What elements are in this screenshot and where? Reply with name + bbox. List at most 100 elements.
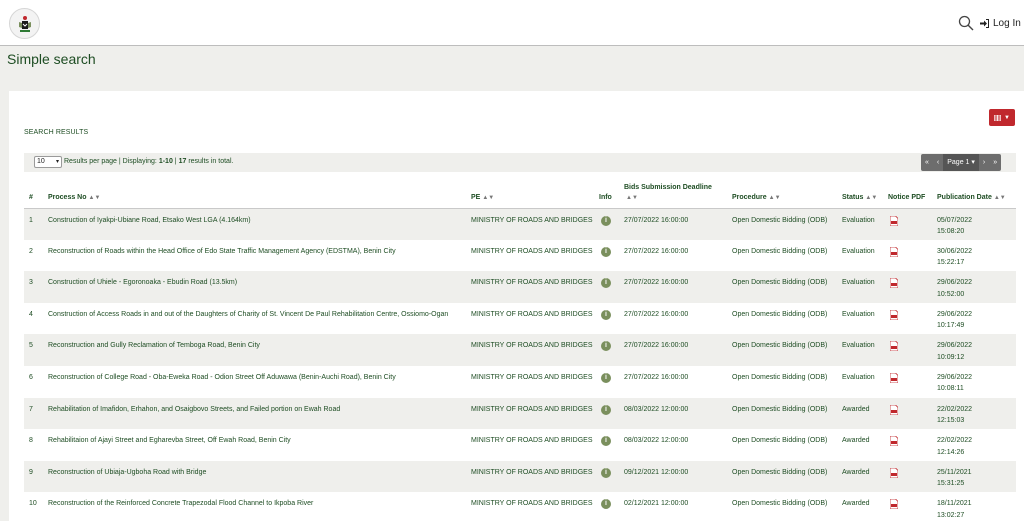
process-no-cell[interactable]: Construction of Iyakpi-Ubiane Road, Etsa… bbox=[45, 208, 468, 240]
next-page-button[interactable]: › bbox=[979, 154, 989, 171]
pub-time: 15:08:20 bbox=[937, 228, 965, 235]
col-header-pe[interactable]: PE ▲▼ bbox=[468, 178, 596, 209]
info-icon[interactable]: i bbox=[601, 278, 611, 289]
process-no-cell[interactable]: Reconstruction of the Reinforced Concret… bbox=[45, 492, 468, 521]
table-row[interactable]: 7 Rehabilitation of Imafidon, Erhahon, an… bbox=[24, 397, 1016, 430]
pub-date: 30/06/2022 bbox=[937, 247, 973, 255]
view-toggle-button[interactable]: ▼ bbox=[989, 109, 1015, 126]
table-row[interactable]: 4 Construction of Access Roads in and out… bbox=[24, 302, 1016, 335]
table-row[interactable]: 6 Reconstruction of College Road - Oba-Ew… bbox=[24, 365, 1016, 398]
info-cell: i bbox=[596, 461, 621, 493]
first-page-button[interactable]: « bbox=[921, 154, 933, 171]
search-icon[interactable] bbox=[958, 15, 974, 31]
notice-pdf-cell bbox=[885, 303, 934, 335]
pdf-icon[interactable] bbox=[889, 498, 899, 510]
info-icon[interactable]: i bbox=[601, 341, 611, 352]
publication-date-cell: 25/11/2021 15:31:25 bbox=[934, 461, 1016, 493]
coat-of-arms-icon bbox=[19, 16, 31, 32]
pe-cell: MINISTRY OF ROADS AND BRIDGES bbox=[471, 342, 593, 350]
coat-of-arms-logo[interactable] bbox=[9, 8, 40, 39]
table-row[interactable]: 5 Reconstruction and Gully Reclamation of… bbox=[24, 334, 1016, 366]
pdf-icon[interactable] bbox=[889, 277, 899, 289]
pdf-icon[interactable] bbox=[889, 372, 899, 384]
pub-date: 29/06/2022 bbox=[937, 279, 973, 287]
procedure-cell: Open Domestic Bidding (ODB) bbox=[732, 405, 828, 413]
pdf-icon[interactable] bbox=[889, 435, 899, 447]
procedure-cell: Open Domestic Bidding (ODB) bbox=[732, 468, 828, 476]
results-per-page-select[interactable]: 10 ▾ bbox=[34, 156, 62, 168]
pdf-icon[interactable] bbox=[889, 404, 899, 415]
col-header-procedure[interactable]: Procedure ▲▼ bbox=[729, 178, 839, 209]
info-icon[interactable]: i bbox=[601, 404, 611, 415]
login-button[interactable]: Log In bbox=[980, 14, 1021, 32]
row-number: 6 bbox=[29, 373, 33, 381]
table-row[interactable]: 1 Construction of Iyakpi-Ubiane Road, Ets… bbox=[24, 208, 1016, 240]
process-no-cell[interactable]: Reconstruction and Gully Reclamation of … bbox=[45, 334, 468, 366]
pub-time: 15:22:17 bbox=[937, 259, 965, 267]
row-number: 9 bbox=[29, 468, 33, 476]
pdf-icon[interactable] bbox=[889, 215, 899, 226]
prev-page-button[interactable]: ‹ bbox=[933, 154, 943, 171]
sort-icon[interactable]: ▲▼ bbox=[626, 195, 638, 201]
table-row[interactable]: 9 Reconstruction of Ubiaja-Ugboha Road wi… bbox=[24, 460, 1016, 493]
process-no-cell[interactable]: Reconstruction of Roads within the Head … bbox=[45, 240, 468, 272]
page-select-button[interactable]: Page 1 ▾ bbox=[943, 154, 979, 171]
info-cell: i bbox=[596, 271, 621, 303]
sort-icon[interactable]: ▲▼ bbox=[89, 195, 101, 201]
table-row[interactable]: 2 Reconstruction of Roads within the Head… bbox=[24, 239, 1016, 272]
pe-cell: MINISTRY OF ROADS AND BRIDGES bbox=[471, 247, 593, 255]
pdf-icon[interactable] bbox=[889, 309, 899, 321]
process-no-cell[interactable]: Reconstruction of College Road - Oba-Ewe… bbox=[45, 366, 468, 398]
status-cell: Evaluation bbox=[842, 373, 875, 381]
info-icon[interactable]: i bbox=[601, 467, 611, 478]
info-icon[interactable]: i bbox=[601, 499, 611, 510]
table-row[interactable]: 3 Construction of Uhiele - Egoronoaka - E… bbox=[24, 271, 1016, 303]
process-no-cell[interactable]: Rehabilitaion of Ajayi Street and Eghare… bbox=[45, 429, 468, 461]
pagination: « ‹ Page 1 ▾ › » bbox=[921, 154, 1002, 171]
col-header-process-no[interactable]: Process No ▲▼ bbox=[45, 178, 468, 209]
deadline-cell: 08/03/2022 12:00:00 bbox=[624, 405, 689, 413]
deadline-cell: 27/07/2022 16:00:00 bbox=[624, 216, 689, 224]
row-number: 3 bbox=[29, 279, 33, 287]
table-row[interactable]: 10 Reconstruction of the Reinforced Concr… bbox=[24, 492, 1016, 521]
info-cell: i bbox=[596, 208, 621, 240]
pub-date: 05/07/2022 bbox=[937, 216, 973, 224]
sort-icon[interactable]: ▲▼ bbox=[994, 195, 1006, 201]
process-no-cell[interactable]: Construction of Uhiele - Egoronoaka - Eb… bbox=[45, 271, 468, 303]
col-header-notice-pdf: Notice PDF bbox=[885, 178, 934, 209]
info-icon[interactable]: i bbox=[601, 215, 611, 226]
row-number: 2 bbox=[29, 247, 33, 255]
pe-cell: MINISTRY OF ROADS AND BRIDGES bbox=[471, 216, 593, 224]
col-header-bids-deadline[interactable]: Bids Submission Deadline ▲▼ bbox=[621, 178, 729, 209]
process-no-cell[interactable]: Reconstruction of Ubiaja-Ugboha Road wit… bbox=[45, 461, 468, 493]
procedure-cell: Open Domestic Bidding (ODB) bbox=[732, 279, 828, 287]
info-icon[interactable]: i bbox=[601, 436, 611, 447]
process-no-cell[interactable]: Rehabilitation of Imafidon, Erhahon, and… bbox=[45, 398, 468, 430]
col-header-publication-date[interactable]: Publication Date ▲▼ bbox=[934, 178, 1016, 209]
process-no-cell[interactable]: Construction of Access Roads in and out … bbox=[45, 303, 468, 335]
table-row[interactable]: 8 Rehabilitaion of Ajayi Street and Eghar… bbox=[24, 429, 1016, 461]
publication-date-cell: 18/11/2021 13:02:27 bbox=[934, 492, 1016, 521]
results-table: # Process No ▲▼ PE ▲▼ Info Bids Submission… bbox=[24, 178, 1016, 521]
info-icon[interactable]: i bbox=[601, 309, 611, 320]
last-page-button[interactable]: » bbox=[989, 154, 1001, 171]
pe-cell: MINISTRY OF ROADS AND BRIDGES bbox=[471, 500, 593, 508]
info-cell: i bbox=[596, 429, 621, 461]
pdf-icon[interactable] bbox=[889, 467, 899, 479]
info-icon[interactable]: i bbox=[601, 372, 611, 383]
col-header-status[interactable]: Status ▲▼ bbox=[839, 178, 885, 209]
pdf-icon[interactable] bbox=[889, 340, 899, 352]
pdf-icon[interactable] bbox=[889, 246, 899, 257]
per-page-label: Results per page | Displaying: bbox=[64, 158, 157, 165]
search-results-heading: SEARCH RESULTS bbox=[24, 129, 89, 136]
login-label: Log In bbox=[993, 17, 1021, 29]
pub-date: 29/06/2022 bbox=[937, 373, 973, 381]
sort-icon[interactable]: ▲▼ bbox=[482, 195, 494, 201]
pub-time: 12:14:26 bbox=[937, 448, 965, 456]
sort-icon[interactable]: ▲▼ bbox=[769, 195, 781, 201]
sort-icon[interactable]: ▲▼ bbox=[865, 195, 877, 201]
pe-cell: MINISTRY OF ROADS AND BRIDGES bbox=[471, 468, 593, 476]
info-icon[interactable]: i bbox=[601, 246, 611, 257]
deadline-cell: 02/12/2021 12:00:00 bbox=[624, 500, 689, 508]
pub-time: 13:02:27 bbox=[937, 511, 965, 519]
